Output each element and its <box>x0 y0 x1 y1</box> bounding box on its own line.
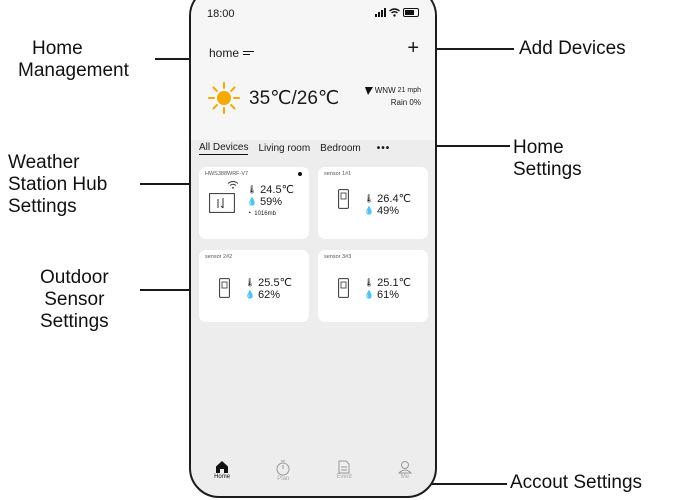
callout-weather-station: Weather Station Hub Settings <box>8 152 108 217</box>
sensor-readings: 🌡 25.5℃ 💧 62% <box>245 277 292 301</box>
device-card-sensor-2[interactable]: sensor 2#2 🌡 25.5℃ 💧 62% <box>199 250 309 322</box>
sensor-device-icon <box>219 278 230 298</box>
menu-icon <box>243 49 255 58</box>
humidity-icon: 💧 <box>247 197 257 206</box>
wind-rain-info: WNW 21 mph Rain 0% <box>364 85 421 109</box>
humidity-icon: 💧 <box>245 290 255 299</box>
thermometer-icon: 🌡 <box>364 278 375 287</box>
humidity-value: 61% <box>376 289 399 301</box>
thermometer-icon: 🌡 <box>364 194 375 203</box>
nav-event-label: Event <box>336 474 352 480</box>
humidity-icon: 💧 <box>364 206 374 215</box>
phone-frame: 18:00 home + 35℃/26℃ WNW 21 mph Rain 0% <box>189 0 437 498</box>
temperature-value: 26.4℃ <box>377 193 411 205</box>
temperature-range: 35℃/26℃ <box>249 87 340 109</box>
sun-icon <box>208 82 240 114</box>
temperature-value: 24.5℃ <box>260 184 294 196</box>
thermometer-icon: 🌡 <box>247 185 258 194</box>
timer-icon <box>276 460 290 476</box>
device-card-sensor-3[interactable]: sensor 3#3 🌡 25.1℃ 💧 61% <box>318 250 428 322</box>
sensor-device-icon <box>338 278 349 298</box>
status-time: 18:00 <box>207 8 235 20</box>
room-tabs: All Devices Living room Bedroom ••• <box>199 142 390 155</box>
wind-speed: 21 mph <box>397 87 421 94</box>
tab-all-devices[interactable]: All Devices <box>199 142 249 155</box>
humidity-icon: 💧 <box>364 290 374 299</box>
status-icons <box>375 8 419 17</box>
callout-home-settings: Home Settings <box>513 137 582 180</box>
tab-living-room[interactable]: Living room <box>258 143 310 154</box>
nav-me-label: Me <box>400 474 410 480</box>
add-device-button[interactable]: + <box>407 38 419 58</box>
callout-add-devices: Add Devices <box>519 38 626 59</box>
document-icon <box>338 460 350 474</box>
sensor-readings: 🌡 26.4℃ 💧 49% <box>364 193 411 217</box>
nav-home-label: Home <box>214 474 231 480</box>
humidity-value: 49% <box>376 205 399 217</box>
callout-account-settings: Accout Settings <box>510 472 643 493</box>
home-name: home <box>209 46 240 60</box>
temperature-value: 25.5℃ <box>258 277 292 289</box>
device-name: sensor 3#3 <box>324 254 352 260</box>
signal-icon <box>375 8 386 17</box>
hub-device-icon <box>209 193 235 213</box>
pressure-value: 1016mb <box>254 211 276 217</box>
device-name: HWS388WRF-V7 <box>205 171 249 177</box>
humidity-value: 62% <box>257 289 280 301</box>
callout-outdoor-sensor: Outdoor Sensor Settings <box>40 267 109 332</box>
more-options-button[interactable]: ••• <box>377 143 391 154</box>
device-name: sensor 1#1 <box>324 171 352 177</box>
home-selector[interactable]: home <box>209 46 255 60</box>
nav-event[interactable]: Event <box>336 456 352 480</box>
status-dot <box>298 172 302 176</box>
wind-direction: WNW <box>374 86 396 95</box>
device-name: sensor 2#2 <box>205 254 233 260</box>
hub-readings: 🌡 24.5℃ 💧 59% ◔ 1016mb <box>247 184 294 220</box>
sensor-readings: 🌡 25.1℃ 💧 61% <box>364 277 411 301</box>
device-card-hub[interactable]: HWS388WRF-V7 🌡 24.5℃ 💧 59% ◔ 1016mb <box>199 167 309 239</box>
home-icon <box>216 461 229 473</box>
pressure-icon: ◔ <box>247 210 252 217</box>
tab-bedroom[interactable]: Bedroom <box>320 143 361 154</box>
wind-direction-icon <box>364 87 373 95</box>
phone-header-area <box>191 0 435 140</box>
weather-widget: 35℃/26℃ <box>207 81 339 115</box>
sensor-device-icon <box>338 189 349 209</box>
wifi-icon <box>227 181 239 189</box>
nav-plan[interactable]: Plan <box>276 456 290 482</box>
temperature-value: 25.1℃ <box>377 277 411 289</box>
humidity-value: 59% <box>259 196 282 208</box>
thermometer-icon: 🌡 <box>245 278 256 287</box>
nav-plan-label: Plan <box>277 476 290 482</box>
nav-home[interactable]: Home <box>214 456 230 480</box>
rain-chance: Rain 0% <box>390 98 421 107</box>
wifi-icon <box>389 8 400 17</box>
battery-icon <box>403 8 419 17</box>
nav-me[interactable]: Me <box>397 456 412 480</box>
person-icon <box>397 461 412 474</box>
callout-home-management: Home Management <box>18 38 129 81</box>
bottom-nav: Home Plan Event Me <box>191 456 435 496</box>
device-card-sensor-1[interactable]: sensor 1#1 🌡 26.4℃ 💧 49% <box>318 167 428 239</box>
